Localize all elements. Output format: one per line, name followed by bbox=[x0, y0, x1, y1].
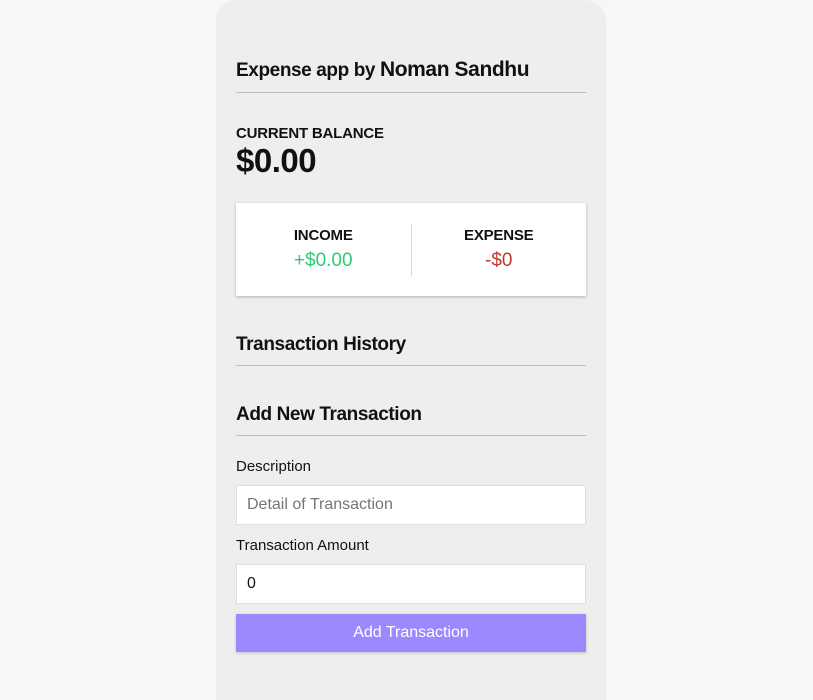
app-title-author: Noman Sandhu bbox=[379, 58, 530, 81]
add-transaction-button[interactable]: Add Transaction bbox=[236, 614, 586, 652]
description-label: Description bbox=[236, 458, 312, 475]
amount-input[interactable] bbox=[236, 564, 586, 604]
balance-label: CURRENT BALANCE bbox=[236, 125, 384, 142]
income-value: +$0.00 bbox=[293, 250, 353, 271]
transaction-history-title: Transaction History bbox=[236, 334, 406, 355]
add-transaction-form: Description Transaction Amount Add Trans… bbox=[236, 458, 586, 652]
balance-value: $0.00 bbox=[236, 142, 317, 179]
add-transaction-title: Add New Transaction bbox=[236, 404, 422, 425]
add-transaction-divider bbox=[236, 435, 586, 436]
app-title: Expense app by Noman Sandhu bbox=[236, 0, 586, 82]
expense-app-container: Expense app by Noman Sandhu CURRENT BALA… bbox=[216, 0, 606, 700]
history-divider bbox=[236, 365, 586, 366]
income-label: INCOME bbox=[293, 227, 353, 244]
expense-label: EXPENSE bbox=[464, 227, 534, 244]
expense-value: -$0 bbox=[485, 250, 513, 271]
title-divider bbox=[236, 92, 586, 93]
description-input[interactable] bbox=[236, 485, 586, 525]
amount-label: Transaction Amount bbox=[236, 537, 369, 554]
app-title-prefix: Expense app by bbox=[236, 60, 376, 81]
income-column: INCOME +$0.00 bbox=[236, 227, 411, 272]
expense-column: EXPENSE -$0 bbox=[412, 227, 587, 272]
income-expense-summary: INCOME +$0.00 EXPENSE -$0 bbox=[236, 203, 586, 296]
